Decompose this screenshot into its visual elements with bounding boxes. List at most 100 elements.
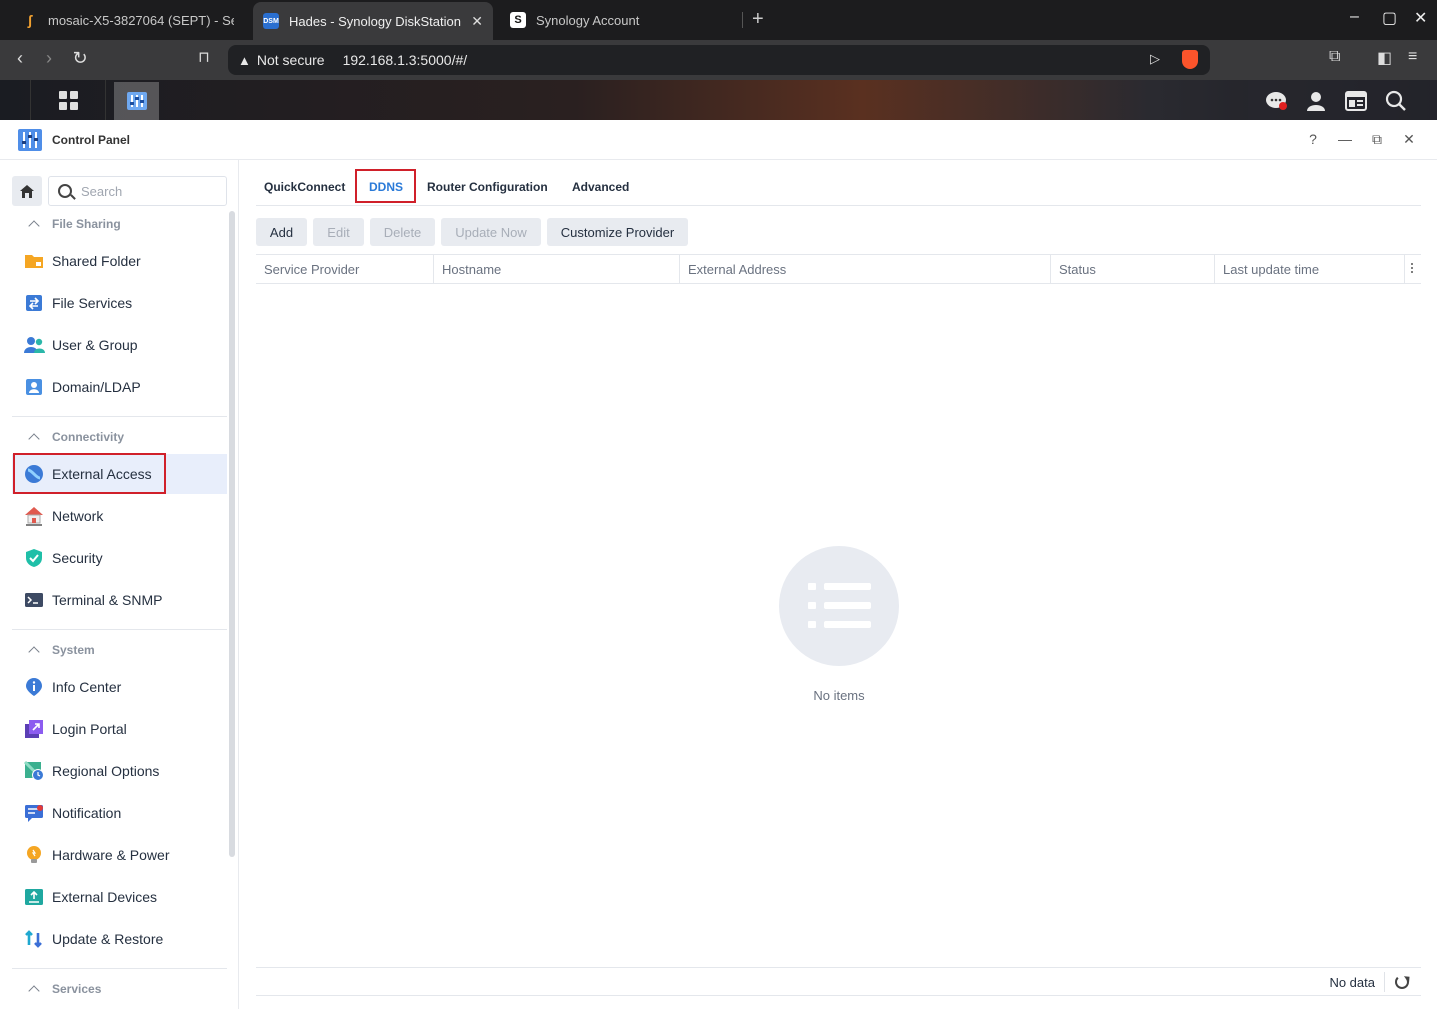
taskbar-control-panel-button[interactable] [114,82,159,120]
lightbulb-icon [24,845,44,865]
regional-options-icon [23,760,44,781]
sidebar-item-label: Domain/LDAP [52,379,141,395]
control-panel-window: Control Panel ? — ⧉ ✕ Search File Sharin… [0,120,1437,1009]
tab-bar: QuickConnect DDNS Router Configuration A… [256,160,1421,206]
file-services-icon [24,293,44,313]
login-portal-icon [24,719,44,739]
security-label[interactable]: Not secure [257,52,325,68]
home-button[interactable] [12,176,42,206]
widgets-icon[interactable] [1345,90,1367,112]
sidebar-item-info-center[interactable]: Info Center [12,667,227,707]
tab-advanced[interactable]: Advanced [572,180,629,194]
close-tab-icon[interactable]: ✕ [471,13,483,30]
tab-quickconnect[interactable]: QuickConnect [264,180,345,194]
sidebar-scrollbar[interactable] [229,211,235,857]
sidebar-item-label: Shared Folder [52,253,141,269]
url-text[interactable]: 192.168.1.3:5000/#/ [343,52,468,68]
table-header: Service Provider Hostname External Addre… [256,254,1421,284]
refresh-icon[interactable] [1395,975,1409,989]
sidebar-item-security[interactable]: Security [12,538,227,578]
column-options-icon[interactable] [1411,263,1413,275]
empty-list-icon [779,546,899,666]
search-icon[interactable] [1385,90,1407,112]
column-status[interactable]: Status [1051,255,1215,283]
column-external-address[interactable]: External Address [680,255,1051,283]
taskbar-tray [1248,80,1437,120]
synology-s-icon: S [510,12,526,28]
screenshot-icon[interactable]: ⧉ [1329,48,1340,66]
tab-router-configuration[interactable]: Router Configuration [427,180,548,194]
customize-provider-button[interactable]: Customize Provider [547,218,688,246]
dsm-favicon-icon: DSM [263,13,279,29]
chevron-up-icon [28,220,40,232]
sidebar-item-shared-folder[interactable]: Shared Folder [12,241,227,281]
browser-tab-synology-account[interactable]: S Synology Account [500,4,740,36]
main-menu-button[interactable] [30,80,106,120]
bookmark-icon[interactable]: ⊓ [192,48,216,66]
sidebar-item-update-restore[interactable]: Update & Restore [12,919,227,959]
group-file-sharing[interactable]: File Sharing [28,217,121,232]
close-icon[interactable]: ✕ [1399,131,1419,148]
warning-icon: ▲ [238,52,251,68]
menu-icon[interactable]: ≡ [1408,48,1417,66]
user-icon[interactable] [1305,90,1327,112]
sidebar-toggle-icon[interactable]: ◧ [1377,48,1392,68]
sidebar-item-label: File Services [52,295,133,311]
update-restore-icon [24,929,44,949]
browser-tab-mosaic[interactable]: ʃ mosaic-X5-3827064 (SEPT) - Septe [12,4,244,36]
minimize-window-icon[interactable]: – [1350,8,1359,26]
close-window-icon[interactable]: ✕ [1414,8,1427,28]
address-bar[interactable]: ▲ Not secure 192.168.1.3:5000/#/ ▷ [228,45,1210,75]
update-now-button[interactable]: Update Now [441,218,541,246]
sidebar-item-label: Notification [52,805,122,821]
edit-button[interactable]: Edit [313,218,364,246]
sidebar-item-label: Hardware & Power [52,847,170,863]
maximize-window-icon[interactable]: ▢ [1382,8,1397,28]
restore-icon[interactable]: ⧉ [1367,131,1387,148]
control-panel-icon [18,129,42,151]
browser-toolbar: ‹ › ↻ ⊓ ▲ Not secure 192.168.1.3:5000/#/… [0,40,1437,80]
sidebar-item-hardware-power[interactable]: Hardware & Power [12,835,227,875]
brave-shield-icon[interactable] [1182,50,1198,69]
group-title: File Sharing [52,217,121,231]
group-services[interactable]: Services [28,982,101,997]
minimize-icon[interactable]: — [1335,131,1355,147]
home-icon [20,184,34,198]
sidebar-item-network[interactable]: Network [12,496,227,536]
window-title: Control Panel [52,133,131,147]
group-system[interactable]: System [28,643,95,658]
footer-status-text: No data [1329,975,1375,990]
sidebar: Search File Sharing Shared Folder File S… [0,160,239,1009]
highlight-ddns-tab [355,169,416,203]
sidebar-item-login-portal[interactable]: Login Portal [12,709,227,749]
sidebar-item-external-devices[interactable]: External Devices [12,877,227,917]
delete-button[interactable]: Delete [370,218,435,246]
sidebar-item-notification[interactable]: Notification [12,793,227,833]
search-icon [58,184,72,198]
column-hostname[interactable]: Hostname [434,255,680,283]
help-icon[interactable]: ? [1303,131,1323,147]
browser-tab-hades[interactable]: DSM Hades - Synology DiskStation ✕ [253,2,493,40]
sidebar-item-label: Terminal & SNMP [52,592,163,608]
app-grid-icon [58,90,78,110]
column-last-update-time[interactable]: Last update time [1215,255,1405,283]
back-icon[interactable]: ‹ [8,48,32,69]
search-input[interactable]: Search [48,176,227,206]
sidebar-item-domain-ldap[interactable]: Domain/LDAP [12,367,227,407]
forward-icon[interactable]: › [37,48,61,69]
sidebar-item-user-group[interactable]: User & Group [12,325,227,365]
group-connectivity[interactable]: Connectivity [28,430,124,445]
reload-icon[interactable]: ↻ [68,48,92,69]
browser-tab-title: mosaic-X5-3827064 (SEPT) - Septe [48,12,234,28]
group-divider [12,629,227,630]
sidebar-item-regional-options[interactable]: Regional Options [12,751,227,791]
external-devices-icon [24,887,44,907]
share-icon[interactable]: ▷ [1150,51,1160,67]
window-title-bar[interactable]: Control Panel ? — ⧉ ✕ [0,120,1437,160]
highlight-external-access [13,453,166,494]
sidebar-item-terminal-snmp[interactable]: Terminal & SNMP [12,580,227,620]
add-button[interactable]: Add [256,218,307,246]
column-service-provider[interactable]: Service Provider [256,255,434,283]
sidebar-item-file-services[interactable]: File Services [12,283,227,323]
new-tab-button[interactable]: + [752,8,764,31]
